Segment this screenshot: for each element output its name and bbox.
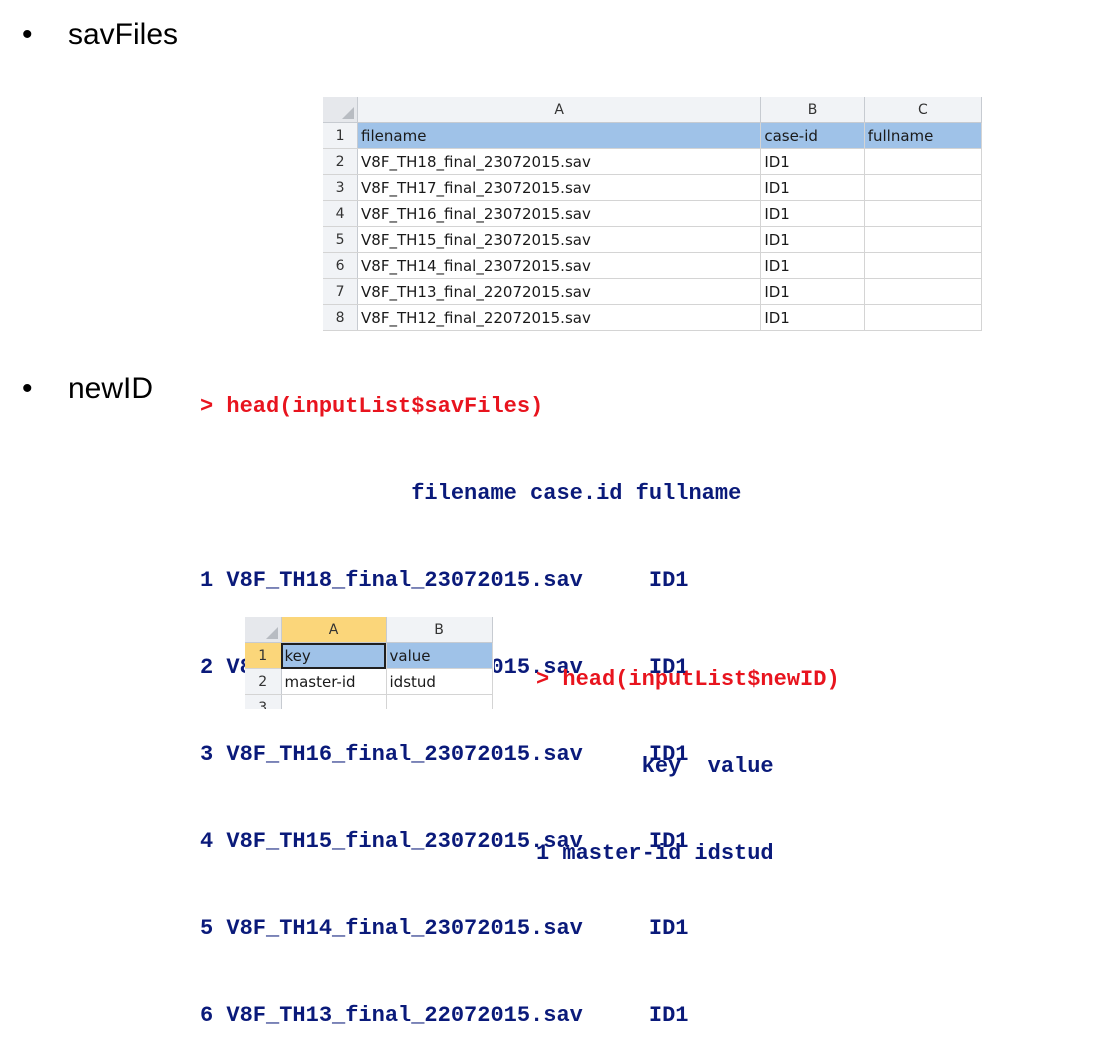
table-row: 2 V8F_TH18_final_23072015.sav ID1 xyxy=(323,148,982,175)
r-output-row: 6 V8F_TH13_final_22072015.sav ID1 xyxy=(200,1003,689,1028)
cell[interactable]: V8F_TH15_final_23072015.sav xyxy=(357,226,762,253)
r-command: > head(inputList$newID) xyxy=(536,667,840,692)
row-header[interactable]: 3 xyxy=(323,174,359,201)
r-output-row: 1 V8F_TH18_final_23072015.sav ID1 xyxy=(200,568,689,593)
cell[interactable]: V8F_TH17_final_23072015.sav xyxy=(357,174,762,201)
cell[interactable] xyxy=(864,174,982,201)
row-header[interactable]: 4 xyxy=(323,200,359,227)
row-header[interactable]: 1 xyxy=(245,642,282,669)
cell[interactable]: ID1 xyxy=(760,148,865,175)
cell[interactable]: ID1 xyxy=(760,304,865,331)
cell[interactable]: V8F_TH13_final_22072015.sav xyxy=(357,278,762,305)
cell[interactable]: case-id xyxy=(760,122,865,149)
cell[interactable] xyxy=(864,200,982,227)
spreadsheet-savfiles: A B C 1 filename case-id fullname 2 V8F_… xyxy=(323,97,982,334)
select-all-triangle-icon xyxy=(342,107,355,119)
cell[interactable]: filename xyxy=(357,122,762,149)
row-header[interactable]: 6 xyxy=(323,252,359,279)
table-row: 1 key value xyxy=(245,642,493,669)
spreadsheet-grid: A B C 1 filename case-id fullname 2 V8F_… xyxy=(323,97,982,331)
table-row: 8 V8F_TH12_final_22072015.sav ID1 xyxy=(323,304,982,331)
cell[interactable]: V8F_TH12_final_22072015.sav xyxy=(357,304,762,331)
column-header-a[interactable]: A xyxy=(357,97,762,123)
table-row: 6 V8F_TH14_final_23072015.sav ID1 xyxy=(323,252,982,279)
r-command: > head(inputList$savFiles) xyxy=(200,394,544,419)
r-output-header: filename case.id fullname xyxy=(200,481,742,506)
column-header-row: A B C xyxy=(323,97,982,123)
table-row: 1 filename case-id fullname xyxy=(323,122,982,149)
cell[interactable] xyxy=(864,304,982,331)
column-header-c[interactable]: C xyxy=(864,97,982,123)
cell[interactable] xyxy=(864,252,982,279)
select-all-corner[interactable] xyxy=(245,617,282,643)
row-header[interactable]: 2 xyxy=(323,148,359,175)
row-header[interactable]: 1 xyxy=(323,122,359,149)
cell[interactable]: fullname xyxy=(864,122,982,149)
bullet-dot: • xyxy=(22,372,33,405)
cell[interactable] xyxy=(281,694,387,709)
row-header[interactable]: 7 xyxy=(323,278,359,305)
cell[interactable]: ID1 xyxy=(760,174,865,201)
table-row: 3 xyxy=(245,694,493,709)
cell[interactable] xyxy=(864,278,982,305)
bullet-dot: • xyxy=(22,18,33,51)
row-header[interactable]: 2 xyxy=(245,668,282,695)
column-header-b[interactable]: B xyxy=(386,617,493,643)
row-header[interactable]: 5 xyxy=(323,226,359,253)
bullet-newid: • newID xyxy=(22,374,192,408)
spreadsheet-newid: A B 1 key value 2 master-id idstud 3 xyxy=(245,617,494,709)
cell[interactable] xyxy=(386,694,493,709)
row-header[interactable]: 3 xyxy=(245,694,282,709)
bullet-text: newID xyxy=(68,372,154,405)
bullet-savfiles: • savFiles xyxy=(22,20,322,54)
cell[interactable]: V8F_TH14_final_23072015.sav xyxy=(357,252,762,279)
cell[interactable]: ID1 xyxy=(760,226,865,253)
cell[interactable]: master-id xyxy=(281,668,387,695)
cell[interactable]: ID1 xyxy=(760,278,865,305)
bullet-text: savFiles xyxy=(68,18,179,51)
r-output-header: key value xyxy=(536,754,774,779)
table-row: 4 V8F_TH16_final_23072015.sav ID1 xyxy=(323,200,982,227)
column-header-b[interactable]: B xyxy=(760,97,865,123)
column-header-a[interactable]: A xyxy=(281,617,387,643)
column-header-row: A B xyxy=(245,617,493,643)
table-row: 2 master-id idstud xyxy=(245,668,493,695)
select-all-triangle-icon xyxy=(265,627,278,639)
r-output-row: 5 V8F_TH14_final_23072015.sav ID1 xyxy=(200,916,689,941)
active-cell[interactable]: key xyxy=(281,642,387,669)
table-row: 7 V8F_TH13_final_22072015.sav ID1 xyxy=(323,278,982,305)
row-header[interactable]: 8 xyxy=(323,304,359,331)
r-console-newid: > head(inputList$newID) key value 1 mast… xyxy=(536,607,840,897)
r-output-row: 1 master-id idstud xyxy=(536,841,774,866)
cell[interactable] xyxy=(864,226,982,253)
cell[interactable]: V8F_TH18_final_23072015.sav xyxy=(357,148,762,175)
table-row: 3 V8F_TH17_final_23072015.sav ID1 xyxy=(323,174,982,201)
cell[interactable] xyxy=(864,148,982,175)
cell[interactable]: idstud xyxy=(386,668,493,695)
table-row: 5 V8F_TH15_final_23072015.sav ID1 xyxy=(323,226,982,253)
cell[interactable]: value xyxy=(386,642,493,669)
cell[interactable]: ID1 xyxy=(760,252,865,279)
cell[interactable]: ID1 xyxy=(760,200,865,227)
select-all-corner[interactable] xyxy=(323,97,359,123)
cell[interactable]: V8F_TH16_final_23072015.sav xyxy=(357,200,762,227)
spreadsheet-grid: A B 1 key value 2 master-id idstud 3 xyxy=(245,617,493,709)
